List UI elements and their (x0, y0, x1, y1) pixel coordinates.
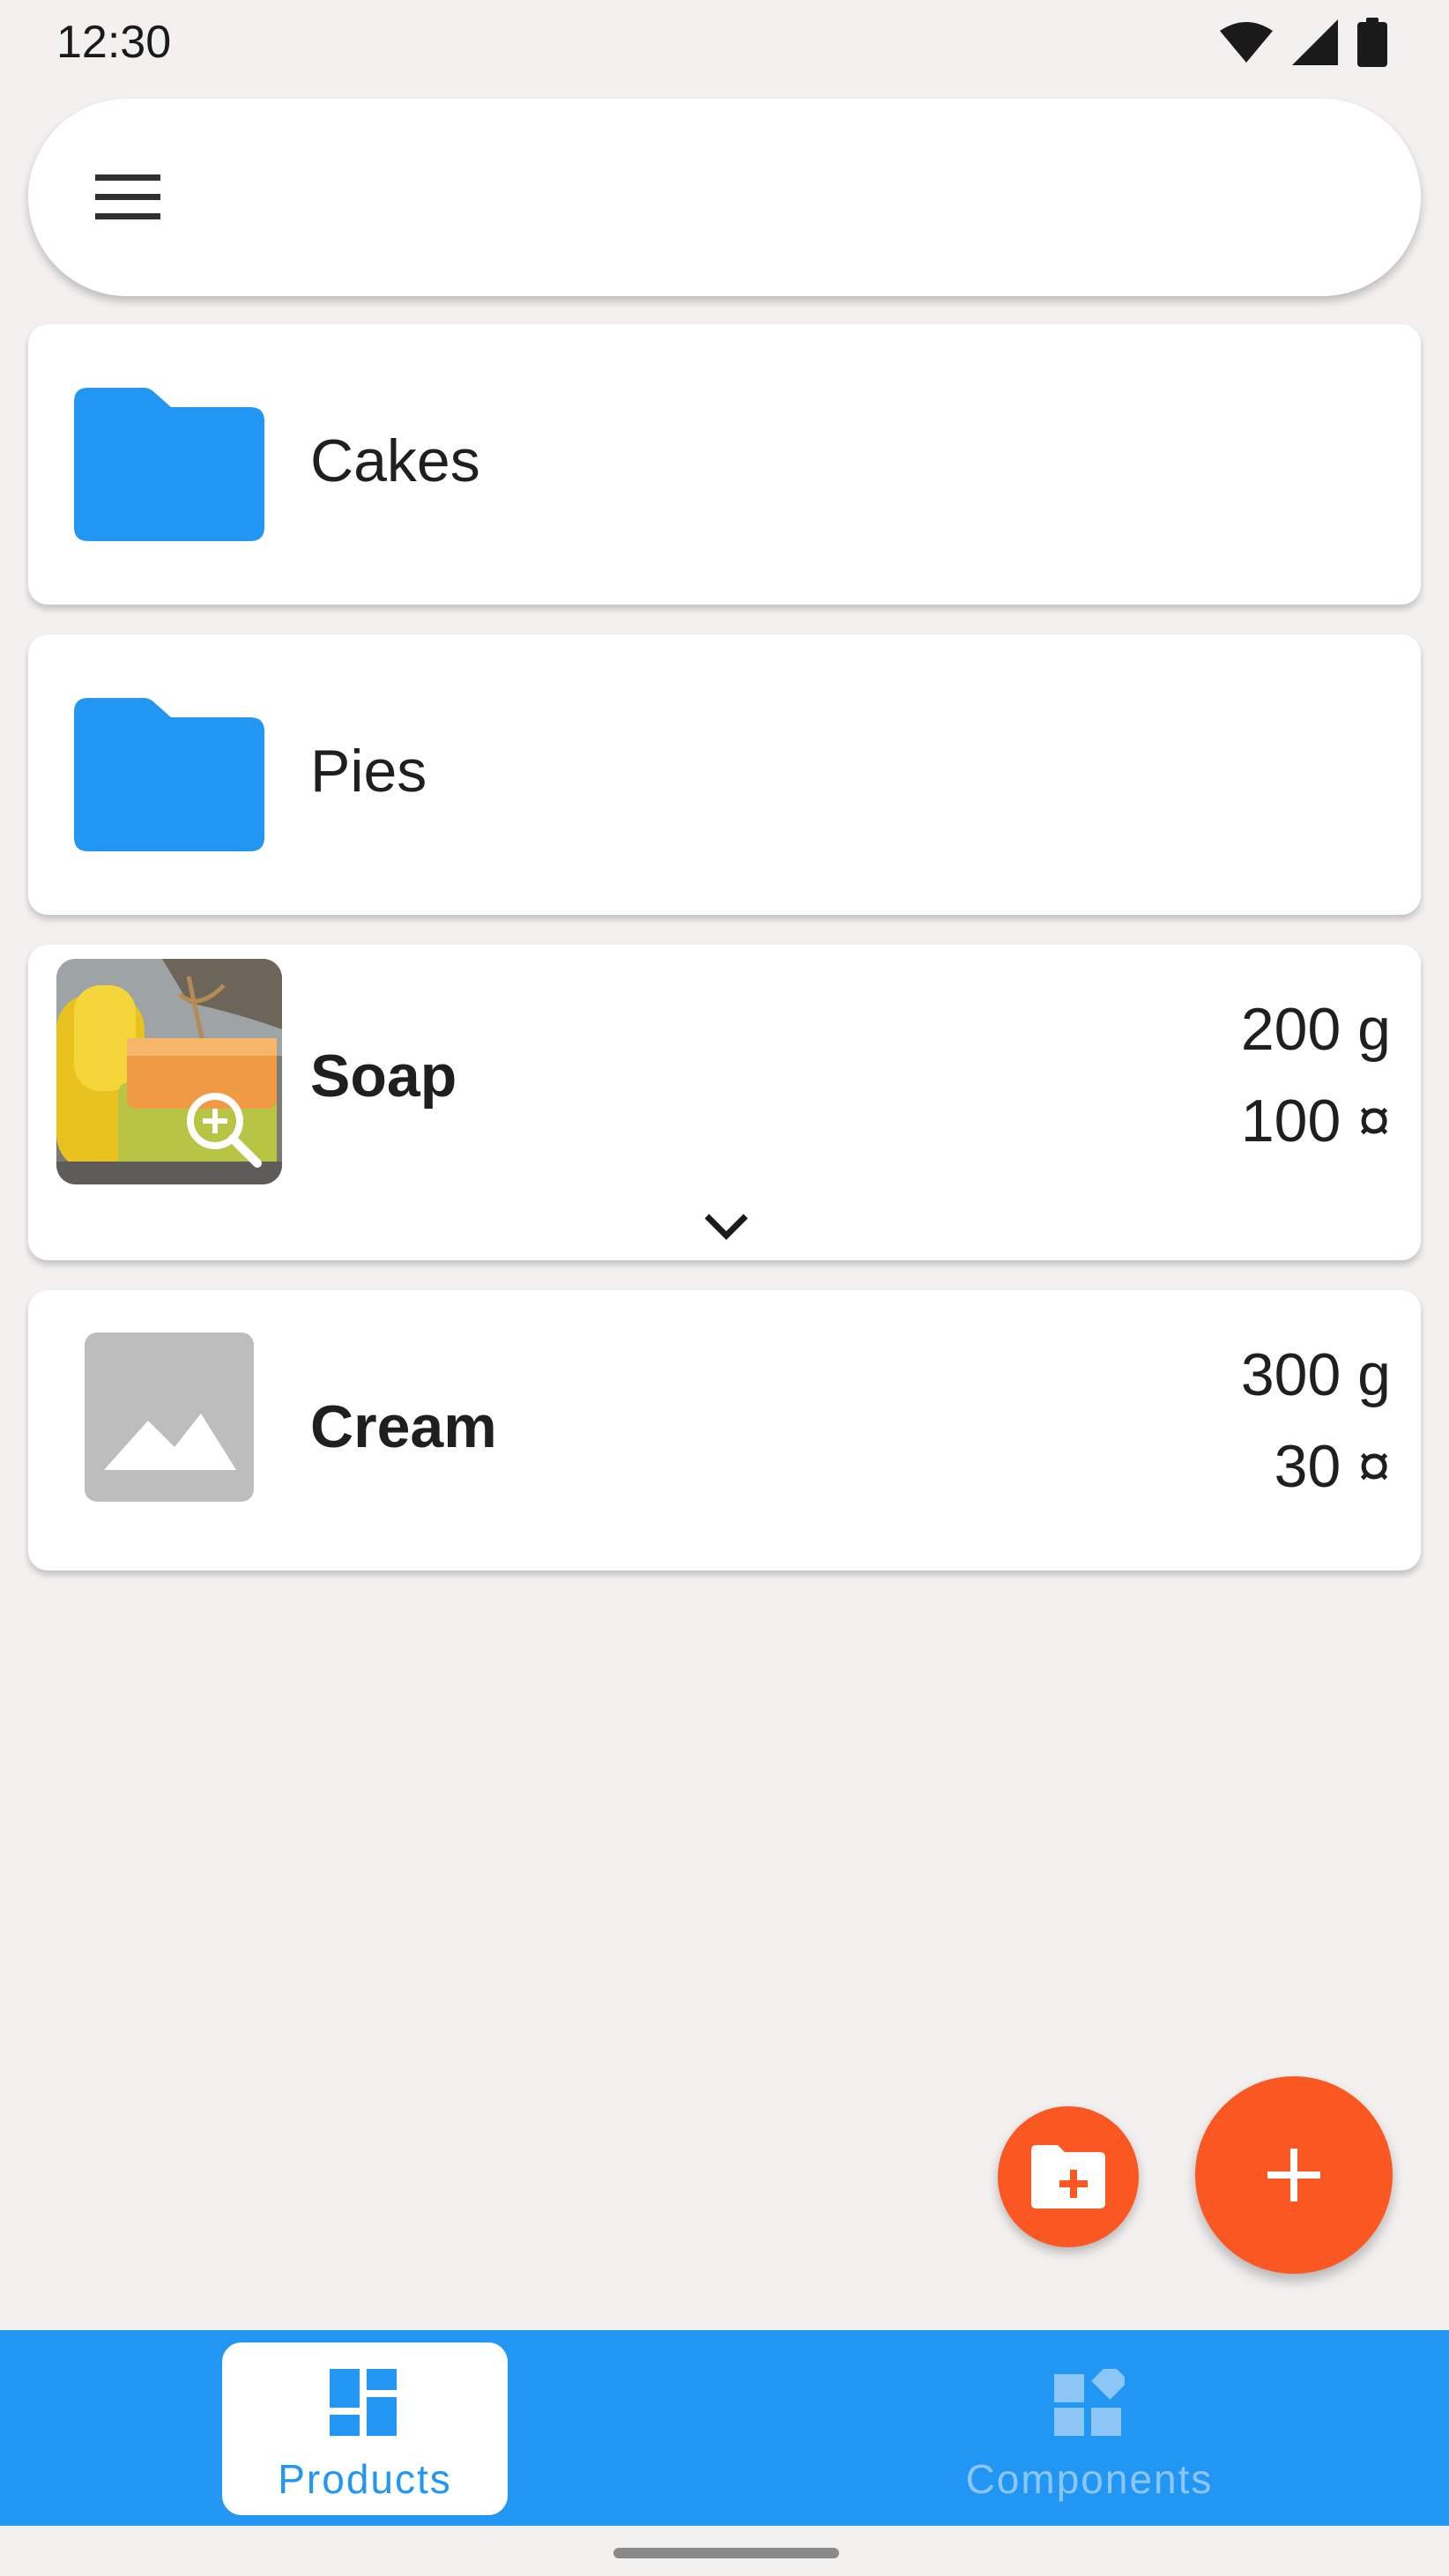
product-weight: 300 g (1240, 1341, 1391, 1408)
zoom-in-icon[interactable] (180, 1086, 268, 1174)
bottom-navigation: Products Components (0, 2330, 1449, 2526)
wifi-icon (1220, 22, 1273, 63)
folder-icon (74, 388, 264, 541)
create-folder-icon (1031, 2145, 1105, 2209)
folder-label: Pies (310, 738, 427, 805)
folder-icon (74, 698, 264, 851)
product-thumbnail[interactable] (85, 1333, 254, 1502)
product-price: 100 ¤ (1240, 1088, 1391, 1154)
folder-card-pies[interactable]: Pies (28, 635, 1421, 915)
status-bar: 12:30 (0, 0, 1449, 88)
battery-icon (1357, 18, 1387, 67)
dashboard-icon (330, 2369, 397, 2436)
folder-card-cakes[interactable]: Cakes (28, 324, 1421, 605)
product-thumbnail[interactable] (56, 959, 282, 1184)
nav-label: Products (278, 2456, 452, 2502)
product-price: 30 ¤ (1274, 1433, 1391, 1500)
status-icons (1220, 18, 1387, 67)
signal-icon (1292, 19, 1338, 65)
product-card-soap[interactable]: Soap 200 g 100 ¤ (28, 945, 1421, 1260)
nav-label: Components (965, 2456, 1214, 2502)
chevron-down-icon[interactable] (700, 1209, 753, 1244)
app-screen: 12:30 Cakes Pies Soap 200 g 100 ¤ Cream … (0, 0, 1449, 2576)
product-card-cream[interactable]: Cream 300 g 30 ¤ (28, 1290, 1421, 1570)
nav-item-components[interactable]: Components (947, 2342, 1232, 2515)
widgets-icon (1054, 2369, 1125, 2436)
folder-label: Cakes (310, 427, 480, 494)
status-time: 12:30 (56, 17, 172, 68)
top-app-bar (28, 99, 1421, 296)
product-values: 300 g 30 ¤ (1241, 1329, 1391, 1512)
nav-item-products[interactable]: Products (222, 2342, 508, 2515)
add-folder-button[interactable] (998, 2106, 1139, 2247)
product-weight: 200 g (1240, 996, 1391, 1063)
menu-icon[interactable] (92, 160, 166, 234)
product-values: 200 g 100 ¤ (1241, 984, 1391, 1167)
plus-icon (1267, 2149, 1320, 2201)
gesture-handle[interactable] (613, 2548, 839, 2558)
product-name: Soap (310, 1043, 457, 1110)
product-name: Cream (310, 1393, 497, 1460)
add-button[interactable] (1195, 2076, 1393, 2274)
image-placeholder-icon (104, 1414, 236, 1470)
